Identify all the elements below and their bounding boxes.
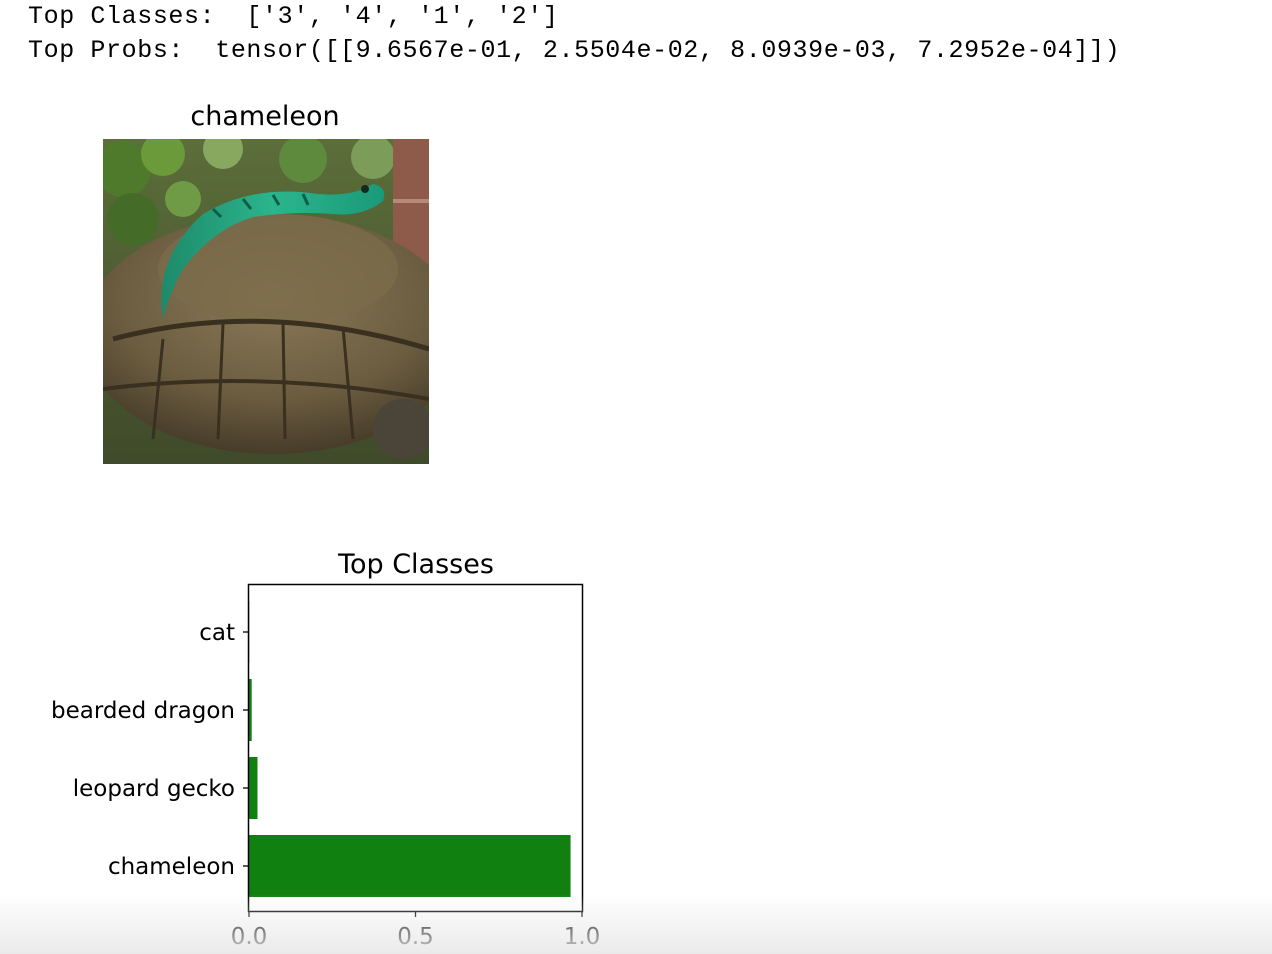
bar-chameleon — [249, 835, 571, 897]
y-tick-label: cat — [199, 620, 235, 646]
x-tick-label: 0.0 — [231, 924, 268, 950]
output-top-classes-line: Top Classes: ['3', '4', '1', '2'] — [28, 2, 559, 31]
image-title: chameleon — [190, 101, 340, 132]
top-classes-bar-chart: Top Classes chameleon leopard gecko bearde… — [51, 549, 601, 950]
bar-leopard-gecko — [249, 757, 258, 819]
chameleon-on-tortoise-photo — [103, 139, 429, 464]
chart-title: Top Classes — [337, 549, 494, 580]
output-top-probs-line: Top Probs: tensor([[9.6567e-01, 2.5504e-… — [28, 36, 1121, 65]
y-tick-label: chameleon — [108, 854, 235, 880]
y-tick-label: leopard gecko — [73, 776, 235, 802]
x-tick-label: 0.5 — [397, 924, 434, 950]
y-tick-label: bearded dragon — [51, 698, 235, 724]
x-tick-label: 1.0 — [564, 924, 601, 950]
bar-bearded-dragon — [249, 679, 252, 741]
